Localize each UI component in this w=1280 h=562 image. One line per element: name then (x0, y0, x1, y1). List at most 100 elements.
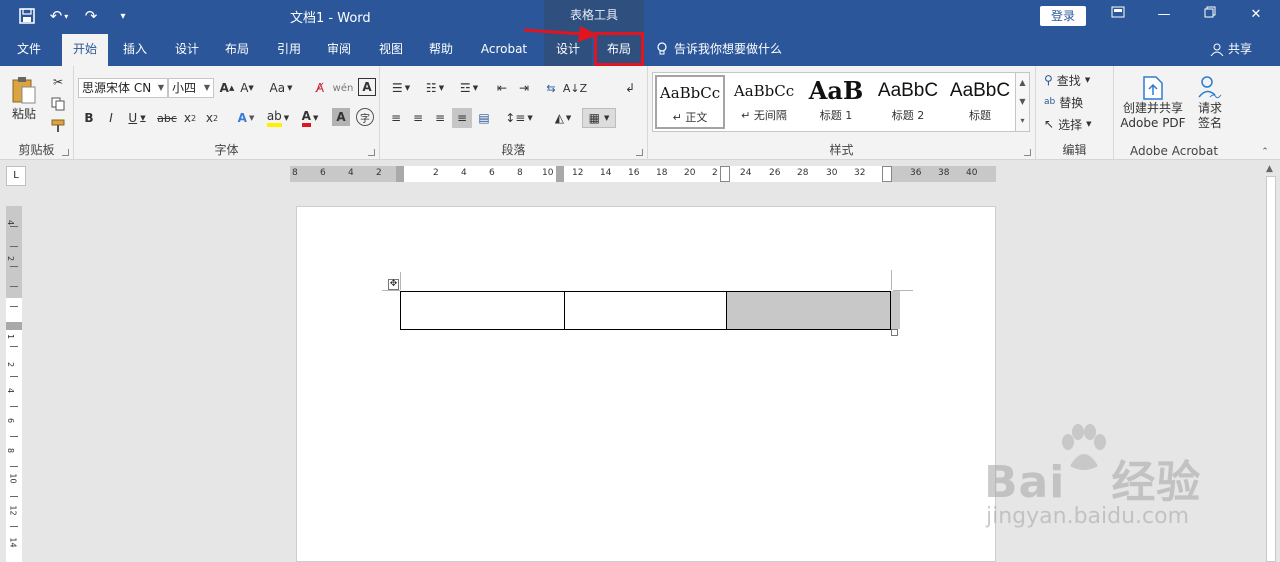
horizontal-ruler[interactable]: 8 6 4 2 2 4 6 8 10 12 14 16 18 20 2 24 2… (290, 166, 996, 182)
login-button[interactable]: 登录 (1040, 6, 1086, 26)
strikethrough-icon[interactable]: abc (156, 108, 178, 128)
tab-table-layout[interactable]: 布局 (594, 32, 644, 66)
superscript-icon[interactable]: x2 (202, 108, 222, 128)
styles-gallery-scroll[interactable]: ▲ ▼ ▾ (1015, 73, 1029, 131)
paragraph-launcher-icon[interactable] (636, 149, 643, 156)
redo-icon[interactable]: ↷ (80, 6, 102, 26)
row-marker[interactable] (6, 322, 22, 330)
table-cell[interactable] (563, 291, 728, 330)
create-share-pdf-button[interactable]: 创建并共享 Adobe PDF (1118, 70, 1188, 136)
close-icon[interactable]: ✕ (1242, 4, 1270, 26)
table-resize-handle[interactable] (891, 329, 898, 336)
tab-home[interactable]: 开始 (62, 34, 108, 66)
table-move-handle-icon[interactable]: ✥ (388, 279, 399, 290)
table-cell[interactable] (400, 291, 565, 330)
collapse-ribbon-icon[interactable]: ⌃ (1258, 146, 1272, 158)
scroll-up-icon[interactable]: ▲ (1266, 164, 1273, 174)
style-title[interactable]: AaBbC 标题 (945, 75, 1015, 129)
chinese-layout-icon[interactable]: ⇆ (540, 78, 562, 98)
replace-button[interactable]: ab 替换 (1044, 92, 1083, 112)
more-icon[interactable]: ▾ (1016, 111, 1029, 130)
multilevel-list-icon[interactable]: ☲ ▼ (454, 78, 484, 98)
subscript-icon[interactable]: x2 (180, 108, 200, 128)
clear-formatting-icon[interactable]: A̸ (310, 78, 330, 98)
tab-view[interactable]: 视图 (368, 32, 414, 66)
table-cell-selected[interactable] (726, 291, 891, 330)
vertical-scrollbar[interactable]: ▲ (1262, 160, 1280, 562)
character-shading-icon[interactable]: A (332, 108, 350, 126)
shading-icon[interactable]: ◭ ▼ (548, 108, 578, 128)
decrease-indent-icon[interactable]: ⇤ (492, 78, 512, 98)
request-signature-button[interactable]: 请求 签名 (1190, 70, 1230, 136)
italic-icon[interactable]: I (102, 108, 120, 128)
chevron-down-icon[interactable]: ▼ (1016, 92, 1029, 111)
justify-icon[interactable]: ≡ (452, 108, 472, 128)
font-color-icon[interactable]: A ▼ (296, 108, 324, 128)
right-indent-marker[interactable] (882, 166, 892, 182)
change-case-button[interactable]: Aa ▼ (266, 78, 296, 98)
tell-me-search[interactable]: 告诉我你想要做什么 (656, 32, 782, 66)
tab-review[interactable]: 审阅 (316, 32, 362, 66)
undo-icon[interactable]: ↶ ▾ (48, 6, 70, 26)
customize-qat-icon[interactable]: ▾ (112, 6, 134, 26)
cut-icon[interactable]: ✂ (48, 72, 68, 92)
styles-launcher-icon[interactable] (1024, 149, 1031, 156)
font-size-dropdown[interactable]: 小四 ▼ (168, 78, 214, 98)
ruler-tick (10, 286, 18, 287)
tab-insert[interactable]: 插入 (112, 32, 158, 66)
vertical-ruler[interactable]: 4 2 1 2 4 6 8 10 12 14 (6, 206, 22, 562)
sign-label: 请求 (1197, 101, 1222, 115)
left-indent-marker[interactable] (396, 166, 404, 182)
clipboard-launcher-icon[interactable] (62, 149, 69, 156)
document-page[interactable] (296, 206, 996, 562)
increase-indent-icon[interactable]: ⇥ (514, 78, 534, 98)
shrink-font-icon[interactable]: A ▼ (238, 78, 256, 98)
font-name-dropdown[interactable]: 思源宋体 CN ▼ (78, 78, 168, 98)
align-center-icon[interactable]: ≡ (408, 108, 428, 128)
ribbon-display-options-icon[interactable] (1104, 4, 1132, 26)
underline-icon[interactable]: U ▼ (124, 108, 150, 128)
column-marker[interactable] (720, 166, 730, 182)
align-right-icon[interactable]: ≡ (430, 108, 450, 128)
borders-icon[interactable]: ▦ ▼ (582, 108, 616, 128)
paste-button[interactable]: 粘贴 (6, 70, 42, 126)
tab-selector[interactable]: L (6, 166, 26, 186)
bold-icon[interactable]: B (80, 108, 98, 128)
line-spacing-icon[interactable]: ↕≡ ▼ (504, 108, 534, 128)
select-button[interactable]: ↖ 选择 ▼ (1044, 114, 1091, 134)
find-button[interactable]: ⚲ 查找 ▼ (1044, 70, 1090, 90)
align-left-icon[interactable]: ≡ (386, 108, 406, 128)
scroll-thumb[interactable] (1266, 176, 1276, 562)
character-border-icon[interactable]: A (358, 78, 376, 96)
tab-help[interactable]: 帮助 (418, 32, 464, 66)
highlight-color-icon[interactable]: ab ▼ (264, 108, 292, 128)
chevron-up-icon[interactable]: ▲ (1016, 73, 1029, 92)
text-effects-icon[interactable]: A ▼ (232, 108, 260, 128)
document-table[interactable] (400, 291, 891, 330)
tab-layout[interactable]: 布局 (214, 32, 260, 66)
tab-file[interactable]: 文件 (4, 32, 54, 66)
distributed-icon[interactable]: ▤ (474, 108, 494, 128)
font-launcher-icon[interactable] (368, 149, 375, 156)
numbering-icon[interactable]: ☷ ▼ (420, 78, 450, 98)
copy-icon[interactable] (48, 94, 68, 114)
grow-font-icon[interactable]: A ▲ (218, 78, 236, 98)
format-painter-icon[interactable] (48, 116, 68, 136)
bullets-icon[interactable]: ☰ ▼ (386, 78, 416, 98)
clipboard-group: 粘贴 ✂ 剪贴板 (0, 66, 74, 160)
style-heading-1[interactable]: AaB 标题 1 (801, 75, 871, 129)
restore-icon[interactable] (1196, 4, 1224, 26)
column-marker[interactable] (556, 166, 564, 182)
tab-references[interactable]: 引用 (266, 32, 312, 66)
save-icon[interactable] (16, 6, 38, 26)
style-normal[interactable]: AaBbCc ↵ 正文 (655, 75, 725, 129)
share-button[interactable]: 共享 (1210, 32, 1252, 66)
sort-icon[interactable]: A↓Z (563, 78, 587, 98)
phonetic-guide-icon[interactable]: wén (332, 78, 354, 98)
minimize-icon[interactable]: — (1150, 4, 1178, 26)
show-formatting-marks-icon[interactable]: ↲ (620, 78, 640, 98)
tab-design[interactable]: 设计 (164, 32, 210, 66)
style-heading-2[interactable]: AaBbC 标题 2 (873, 75, 943, 129)
enclose-characters-icon[interactable]: 字 (356, 108, 374, 126)
style-no-spacing[interactable]: AaBbCc ↵ 无间隔 (729, 75, 799, 129)
